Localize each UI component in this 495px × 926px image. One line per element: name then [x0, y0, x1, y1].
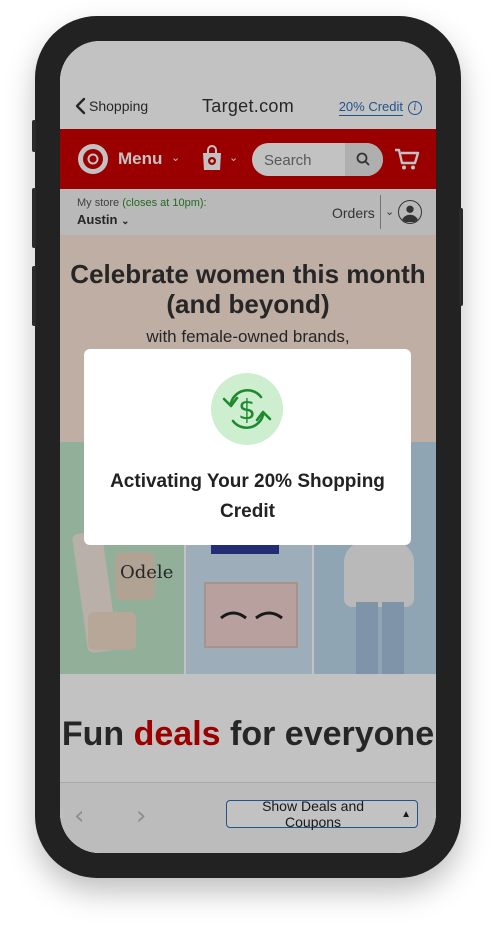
- silent-switch: [32, 120, 36, 152]
- svg-text:$: $: [238, 393, 256, 426]
- volume-down-button: [32, 266, 36, 326]
- power-button: [459, 208, 463, 306]
- activation-modal: $ Activating Your 20% Shopping Credit: [84, 349, 411, 545]
- screen: Shopping Target.com 20% Credit i Menu ⌄ …: [60, 41, 436, 853]
- dollar-refresh-icon: $: [211, 373, 283, 445]
- modal-title: Activating Your 20% Shopping Credit: [110, 471, 385, 522]
- dollar-refresh-svg: $: [222, 388, 272, 430]
- volume-up-button: [32, 188, 36, 248]
